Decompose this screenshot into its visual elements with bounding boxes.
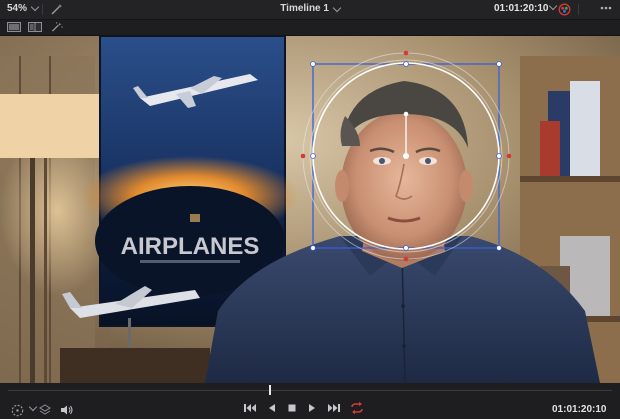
skip-forward-icon[interactable] [327,402,341,414]
scrubber-track [8,390,612,391]
playhead[interactable] [268,385,271,395]
timeline-name: Timeline 1 [280,3,329,14]
divider [578,4,579,15]
layout-dual-icon[interactable] [28,22,42,32]
magic-wand-icon[interactable] [50,22,64,32]
footer-timecode: 01:01:20:10 [552,404,607,415]
color-wheel-icon[interactable] [558,3,571,16]
layers-icon[interactable] [39,404,51,416]
chevron-down-icon[interactable] [548,1,558,11]
viewer-header: 54% Timeline 1 01:01:20:10 [0,0,620,20]
stop-icon[interactable] [287,402,297,414]
power-window-overlay[interactable] [0,36,620,383]
zoom-dropdown[interactable]: 54% [7,2,40,14]
play-icon[interactable] [307,402,317,414]
skip-back-icon[interactable] [243,402,257,414]
video-viewer[interactable]: AIRPLANES [0,36,620,383]
chevron-down-icon [332,3,341,13]
rotation-handle[interactable] [403,111,409,117]
magic-wand-icon[interactable] [50,3,64,16]
chevron-down-icon [30,2,40,12]
timeline-dropdown[interactable]: Timeline 1 [280,3,341,14]
speaker-icon[interactable] [60,404,73,416]
scrubber[interactable] [0,384,620,396]
zoom-value: 54% [7,3,28,14]
menu-dots-icon[interactable] [600,6,612,10]
viewer-toolbar [0,20,620,36]
power-window-icon[interactable] [11,404,26,417]
header-timecode: 01:01:20:10 [494,3,549,14]
play-reverse-icon[interactable] [267,402,277,414]
transport-controls [243,401,365,415]
loop-icon[interactable] [349,401,365,415]
layout-single-icon[interactable] [7,22,21,32]
divider [42,4,43,15]
center-handle[interactable] [403,153,409,159]
